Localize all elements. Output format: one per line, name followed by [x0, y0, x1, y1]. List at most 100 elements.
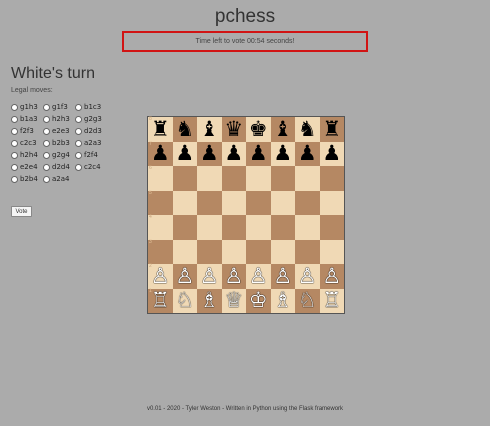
- move-label: h2h4: [20, 151, 38, 159]
- move-radio[interactable]: [43, 163, 50, 171]
- board-square: 6: [148, 166, 173, 191]
- board-square: ♕: [221, 288, 246, 313]
- move-radio[interactable]: [75, 163, 82, 171]
- legal-moves-row: c2c3 b2b3 a2a3: [11, 137, 131, 149]
- move-label: g2g4: [52, 151, 70, 159]
- board-square: ♔: [246, 288, 271, 313]
- board-square: [246, 166, 271, 191]
- move-option-a2a4[interactable]: a2a4: [43, 175, 75, 183]
- move-radio[interactable]: [11, 151, 18, 159]
- move-option-e2e3[interactable]: e2e3: [43, 127, 75, 135]
- board-square: [172, 215, 197, 240]
- move-option-f2f4[interactable]: f2f4: [75, 151, 107, 159]
- move-option-b2b3[interactable]: b2b3: [43, 139, 75, 147]
- board-square: [197, 190, 222, 215]
- board-rank-6: 6: [148, 166, 344, 191]
- board-rank-3: 3: [148, 239, 344, 264]
- chess-board: 8 ♜ ♞ ♝ ♛ ♚ ♝ ♞ ♜ 7 ♟ ♟ ♟ ♟ ♟ ♟ ♟ ♟ 6 5 4 3 2 ♙ ♙ ♙ ♙ ♙ ♙ ♙ ♙ 1 ♖ ♘ ♗ ♕ ♔ ♗ ♘ ♖: [147, 116, 345, 314]
- board-square: ♙: [246, 264, 271, 289]
- move-option-h2h4[interactable]: h2h4: [11, 151, 43, 159]
- board-square: [270, 239, 295, 264]
- move-option-h2h3[interactable]: h2h3: [43, 115, 75, 123]
- white-piece-icon: ♖: [322, 288, 342, 313]
- board-square: ♙: [221, 264, 246, 289]
- black-piece-icon: ♟: [273, 141, 293, 166]
- move-option-c2c4[interactable]: c2c4: [75, 163, 107, 171]
- board-square: [221, 190, 246, 215]
- move-option-e2e4[interactable]: e2e4: [11, 163, 43, 171]
- move-option-d2d3[interactable]: d2d3: [75, 127, 107, 135]
- legal-moves-row: g1h3 g1f3 b1c3: [11, 101, 131, 113]
- move-radio[interactable]: [75, 115, 82, 123]
- board-square: [319, 166, 344, 191]
- move-radio[interactable]: [11, 163, 18, 171]
- rank-number: 4: [149, 214, 152, 220]
- move-radio[interactable]: [43, 127, 50, 135]
- move-option-g1h3[interactable]: g1h3: [11, 103, 43, 111]
- legal-moves-list: g1h3 g1f3 b1c3 b1a3 h2h3 g2g3 f2f3 e2e3 d2d3 c2c3…: [11, 101, 131, 185]
- black-piece-icon: ♟: [175, 141, 195, 166]
- rank-number: 2: [149, 263, 152, 269]
- white-piece-icon: ♙: [248, 263, 268, 288]
- black-piece-icon: ♟: [199, 141, 219, 166]
- white-piece-icon: ♔: [248, 288, 268, 313]
- board-square: [221, 215, 246, 240]
- black-piece-icon: ♝: [199, 116, 219, 141]
- board-square: [172, 166, 197, 191]
- board-square: [319, 215, 344, 240]
- white-piece-icon: ♘: [297, 288, 317, 313]
- move-radio[interactable]: [43, 115, 50, 123]
- white-piece-icon: ♖: [150, 288, 170, 313]
- move-radio[interactable]: [43, 151, 50, 159]
- board-square: ♟: [246, 141, 271, 166]
- board-rank-5: 5: [148, 190, 344, 215]
- vote-button[interactable]: Vote: [11, 206, 32, 217]
- move-label: b1a3: [20, 115, 38, 123]
- board-square: [270, 166, 295, 191]
- move-radio[interactable]: [11, 127, 18, 135]
- legal-moves-row: f2f3 e2e3 d2d3: [11, 125, 131, 137]
- move-option-b1a3[interactable]: b1a3: [11, 115, 43, 123]
- white-piece-icon: ♙: [175, 263, 195, 288]
- board-square: ♝: [270, 117, 295, 142]
- white-piece-icon: ♕: [224, 288, 244, 313]
- board-square: ♙: [319, 264, 344, 289]
- board-square: [197, 166, 222, 191]
- move-option-a2a3[interactable]: a2a3: [75, 139, 107, 147]
- rank-number: 8: [149, 116, 152, 122]
- move-radio[interactable]: [43, 103, 50, 111]
- move-option-f2f3[interactable]: f2f3: [11, 127, 43, 135]
- move-option-b1c3[interactable]: b1c3: [75, 103, 107, 111]
- black-piece-icon: ♛: [224, 116, 244, 141]
- move-option-c2c3[interactable]: c2c3: [11, 139, 43, 147]
- move-radio[interactable]: [75, 151, 82, 159]
- move-radio[interactable]: [75, 127, 82, 135]
- move-label: g1f3: [52, 103, 68, 111]
- move-label: g1h3: [20, 103, 38, 111]
- board-square: ♙: [172, 263, 197, 289]
- move-radio[interactable]: [11, 103, 18, 111]
- move-radio[interactable]: [75, 103, 82, 111]
- vote-timer: Time left to vote 00:54 seconds!: [122, 31, 368, 52]
- board-square: ♝: [197, 117, 222, 142]
- move-option-d2d4[interactable]: d2d4: [43, 163, 75, 171]
- legal-moves-label: Legal moves:: [11, 87, 53, 94]
- move-radio[interactable]: [11, 175, 18, 183]
- move-radio[interactable]: [75, 139, 82, 147]
- move-label: c2c4: [84, 163, 101, 171]
- board-square: [319, 239, 344, 264]
- move-radio[interactable]: [11, 115, 18, 123]
- move-option-b2b4[interactable]: b2b4: [11, 175, 43, 183]
- move-radio[interactable]: [11, 139, 18, 147]
- move-radio[interactable]: [43, 139, 50, 147]
- move-option-g1f3[interactable]: g1f3: [43, 103, 75, 111]
- board-square: ♜: [319, 117, 344, 142]
- black-piece-icon: ♟: [150, 141, 170, 166]
- move-option-g2g3[interactable]: g2g3: [75, 115, 107, 123]
- move-option-g2g4[interactable]: g2g4: [43, 151, 75, 159]
- black-piece-icon: ♟: [297, 141, 317, 166]
- board-rank-2: 2 ♙ ♙ ♙ ♙ ♙ ♙ ♙ ♙: [148, 264, 344, 289]
- move-radio[interactable]: [43, 175, 50, 183]
- black-piece-icon: ♞: [297, 116, 317, 141]
- board-square: ♟: [270, 141, 295, 166]
